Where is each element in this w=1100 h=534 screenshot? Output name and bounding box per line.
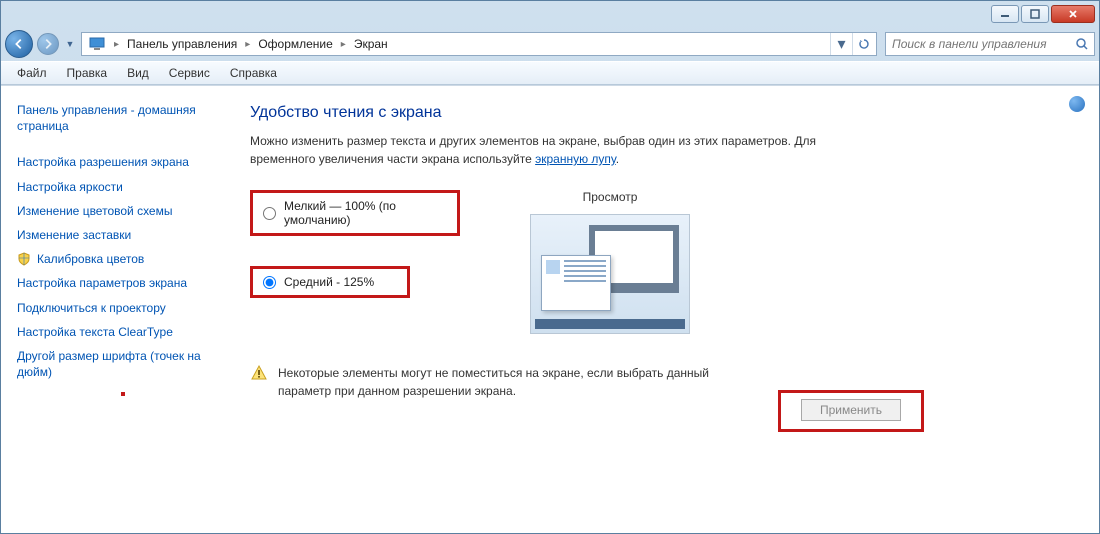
sidebar: Панель управления - домашняя страница На… bbox=[1, 86, 216, 533]
address-bar[interactable]: ▸ Панель управления ▸ Оформление ▸ Экран… bbox=[81, 32, 877, 56]
highlight-apply: Применить bbox=[778, 390, 924, 432]
window-controls bbox=[991, 5, 1095, 23]
options-row: Мелкий — 100% (по умолчанию) Средний - 1… bbox=[250, 190, 1075, 334]
search-icon bbox=[1075, 37, 1089, 51]
shield-icon bbox=[17, 252, 31, 266]
refresh-icon bbox=[858, 38, 870, 50]
minimize-icon bbox=[1000, 9, 1010, 19]
desc-text-b: . bbox=[616, 152, 619, 166]
radio-medium-label: Средний - 125% bbox=[284, 275, 374, 289]
radio-medium-input[interactable] bbox=[263, 276, 276, 289]
chevron-right-icon: ▸ bbox=[241, 39, 254, 50]
breadcrumb-mid[interactable]: Оформление bbox=[254, 35, 336, 53]
back-button[interactable] bbox=[5, 30, 33, 58]
sidebar-item-calibration[interactable]: Калибровка цветов bbox=[11, 247, 216, 271]
menu-edit[interactable]: Правка bbox=[57, 63, 118, 83]
sidebar-item-brightness[interactable]: Настройка яркости bbox=[11, 175, 216, 199]
preview-column: Просмотр bbox=[530, 190, 690, 334]
close-button[interactable] bbox=[1051, 5, 1095, 23]
warning-row: Некоторые элементы могут не поместиться … bbox=[250, 364, 1075, 432]
menu-tools[interactable]: Сервис bbox=[159, 63, 220, 83]
content-area: Панель управления - домашняя страница На… bbox=[1, 85, 1099, 533]
breadcrumb-leaf[interactable]: Экран bbox=[350, 35, 392, 53]
sidebar-item-label: Калибровка цветов bbox=[37, 251, 144, 267]
sidebar-item-projector[interactable]: Подключиться к проектору bbox=[11, 296, 216, 320]
window-frame: ▼ ▸ Панель управления ▸ Оформление ▸ Экр… bbox=[0, 0, 1100, 534]
sidebar-item-dpi[interactable]: Другой размер шрифта (точек на дюйм) bbox=[11, 344, 216, 384]
forward-button[interactable] bbox=[37, 33, 59, 55]
radio-small-input[interactable] bbox=[263, 207, 276, 220]
sidebar-item-cleartype[interactable]: Настройка текста ClearType bbox=[11, 320, 216, 344]
apply-button[interactable]: Применить bbox=[801, 399, 901, 421]
nav-history-dropdown[interactable]: ▼ bbox=[63, 30, 77, 58]
page-description: Можно изменить размер текста и других эл… bbox=[250, 132, 870, 168]
arrow-right-icon bbox=[41, 37, 55, 51]
arrow-left-icon bbox=[12, 37, 26, 51]
menu-view[interactable]: Вид bbox=[117, 63, 159, 83]
sidebar-item-screensaver[interactable]: Изменение заставки bbox=[11, 223, 216, 247]
highlight-medium: Средний - 125% bbox=[250, 266, 410, 298]
chevron-right-icon: ▸ bbox=[337, 39, 350, 50]
sidebar-item-color-scheme[interactable]: Изменение цветовой схемы bbox=[11, 199, 216, 223]
search-button[interactable] bbox=[1070, 37, 1094, 51]
radio-medium[interactable]: Средний - 125% bbox=[255, 271, 405, 293]
breadcrumb-root[interactable]: Панель управления bbox=[123, 35, 241, 53]
main-panel: Удобство чтения с экрана Можно изменить … bbox=[216, 86, 1099, 533]
help-button[interactable] bbox=[1069, 96, 1085, 112]
nav-bar: ▼ ▸ Панель управления ▸ Оформление ▸ Экр… bbox=[1, 27, 1099, 61]
sidebar-item-display-settings[interactable]: Настройка параметров экрана bbox=[11, 271, 216, 295]
preview-taskbar-icon bbox=[535, 319, 685, 329]
close-icon bbox=[1068, 9, 1078, 19]
warning-icon bbox=[250, 364, 268, 382]
radio-small-label: Мелкий — 100% (по умолчанию) bbox=[284, 199, 447, 227]
magnifier-link[interactable]: экранную лупу bbox=[535, 152, 616, 166]
warning-text: Некоторые элементы могут не поместиться … bbox=[278, 364, 748, 400]
desc-text-a: Можно изменить размер текста и других эл… bbox=[250, 134, 816, 166]
highlight-small: Мелкий — 100% (по умолчанию) bbox=[250, 190, 460, 236]
size-options: Мелкий — 100% (по умолчанию) Средний - 1… bbox=[250, 190, 460, 334]
titlebar bbox=[1, 1, 1099, 27]
sidebar-home[interactable]: Панель управления - домашняя страница bbox=[11, 98, 216, 138]
menu-bar: Файл Правка Вид Сервис Справка bbox=[1, 61, 1099, 85]
search-input[interactable] bbox=[886, 37, 1070, 51]
preview-image bbox=[530, 214, 690, 334]
sidebar-item-resolution[interactable]: Настройка разрешения экрана bbox=[11, 150, 216, 174]
refresh-button[interactable] bbox=[852, 33, 874, 55]
chevron-right-icon: ▸ bbox=[110, 39, 123, 50]
page-title: Удобство чтения с экрана bbox=[250, 104, 1075, 122]
search-box bbox=[885, 32, 1095, 56]
menu-help[interactable]: Справка bbox=[220, 63, 287, 83]
radio-small[interactable]: Мелкий — 100% (по умолчанию) bbox=[255, 195, 455, 231]
address-dropdown[interactable]: ▾ bbox=[830, 33, 852, 55]
monitor-icon bbox=[88, 35, 106, 53]
preview-label: Просмотр bbox=[530, 190, 690, 204]
preview-window-icon bbox=[541, 255, 611, 311]
minimize-button[interactable] bbox=[991, 5, 1019, 23]
menu-file[interactable]: Файл bbox=[7, 63, 57, 83]
annotation-dot bbox=[121, 392, 125, 396]
maximize-button[interactable] bbox=[1021, 5, 1049, 23]
maximize-icon bbox=[1030, 9, 1040, 19]
